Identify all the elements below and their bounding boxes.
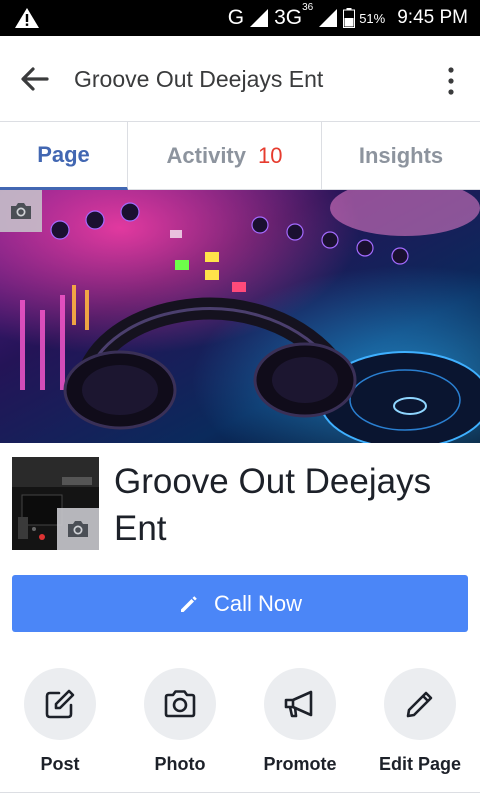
tab-activity[interactable]: Activity 10 bbox=[128, 122, 322, 190]
photo-icon-circle bbox=[144, 668, 216, 740]
cover-photo[interactable] bbox=[0, 190, 480, 443]
cover-image bbox=[0, 190, 480, 443]
megaphone-icon bbox=[284, 690, 313, 718]
camera-icon bbox=[11, 203, 31, 219]
activity-count-badge: 10 bbox=[258, 143, 283, 168]
promote-button[interactable]: Promote bbox=[240, 668, 360, 775]
header-title: Groove Out Deejays Ent bbox=[74, 66, 324, 92]
tab-page-label: Page bbox=[37, 141, 90, 167]
app-header: Groove Out Deejays Ent bbox=[0, 36, 480, 122]
back-arrow-icon[interactable] bbox=[20, 66, 50, 92]
edit-page-icon-circle bbox=[384, 668, 456, 740]
more-options-icon[interactable] bbox=[446, 66, 456, 96]
tab-activity-label: Activity bbox=[166, 143, 246, 168]
post-label: Post bbox=[40, 754, 80, 774]
warning-icon bbox=[15, 8, 39, 28]
battery-percent: 51% bbox=[359, 10, 386, 26]
promote-label: Promote bbox=[263, 754, 337, 774]
tab-page[interactable]: Page bbox=[0, 122, 128, 190]
edit-page-label: Edit Page bbox=[378, 754, 462, 774]
battery-icon bbox=[343, 8, 356, 28]
tab-insights[interactable]: Insights bbox=[322, 122, 480, 190]
profile-picture[interactable] bbox=[12, 457, 99, 550]
bottom-divider bbox=[0, 792, 480, 793]
camera-icon bbox=[164, 690, 196, 718]
signal-icon bbox=[319, 9, 338, 27]
change-cover-button[interactable] bbox=[0, 190, 42, 232]
change-profile-picture-button[interactable] bbox=[57, 508, 99, 550]
call-now-button[interactable]: Call Now bbox=[12, 575, 468, 632]
network-g-label: G bbox=[227, 6, 245, 29]
clock: 9:45 PM bbox=[397, 7, 468, 28]
signal-icon bbox=[250, 9, 269, 27]
page-name: Groove Out Deejays Ent bbox=[114, 462, 432, 548]
post-button[interactable]: Post bbox=[0, 668, 120, 775]
pencil-icon bbox=[180, 595, 197, 612]
status-indicators: G 3G36 51% 9:45 PM bbox=[228, 0, 468, 36]
page-actions: Post Photo Promote Edit Page bbox=[0, 668, 480, 778]
photo-button[interactable]: Photo bbox=[120, 668, 240, 775]
network-3g-label: 3G36 bbox=[274, 2, 314, 29]
edit-page-button[interactable]: Edit Page bbox=[360, 668, 480, 775]
call-now-label: Call Now bbox=[213, 590, 303, 616]
page-tabs: Page Activity 10 Insights bbox=[0, 122, 480, 190]
tab-insights-label: Insights bbox=[358, 143, 444, 168]
promote-icon-circle bbox=[264, 668, 336, 740]
camera-icon bbox=[68, 521, 88, 537]
compose-icon bbox=[45, 689, 75, 719]
pencil-icon bbox=[406, 691, 433, 718]
post-icon-circle bbox=[24, 668, 96, 740]
photo-label: Photo bbox=[154, 754, 206, 774]
status-bar: G 3G36 51% 9:45 PM bbox=[0, 0, 480, 36]
